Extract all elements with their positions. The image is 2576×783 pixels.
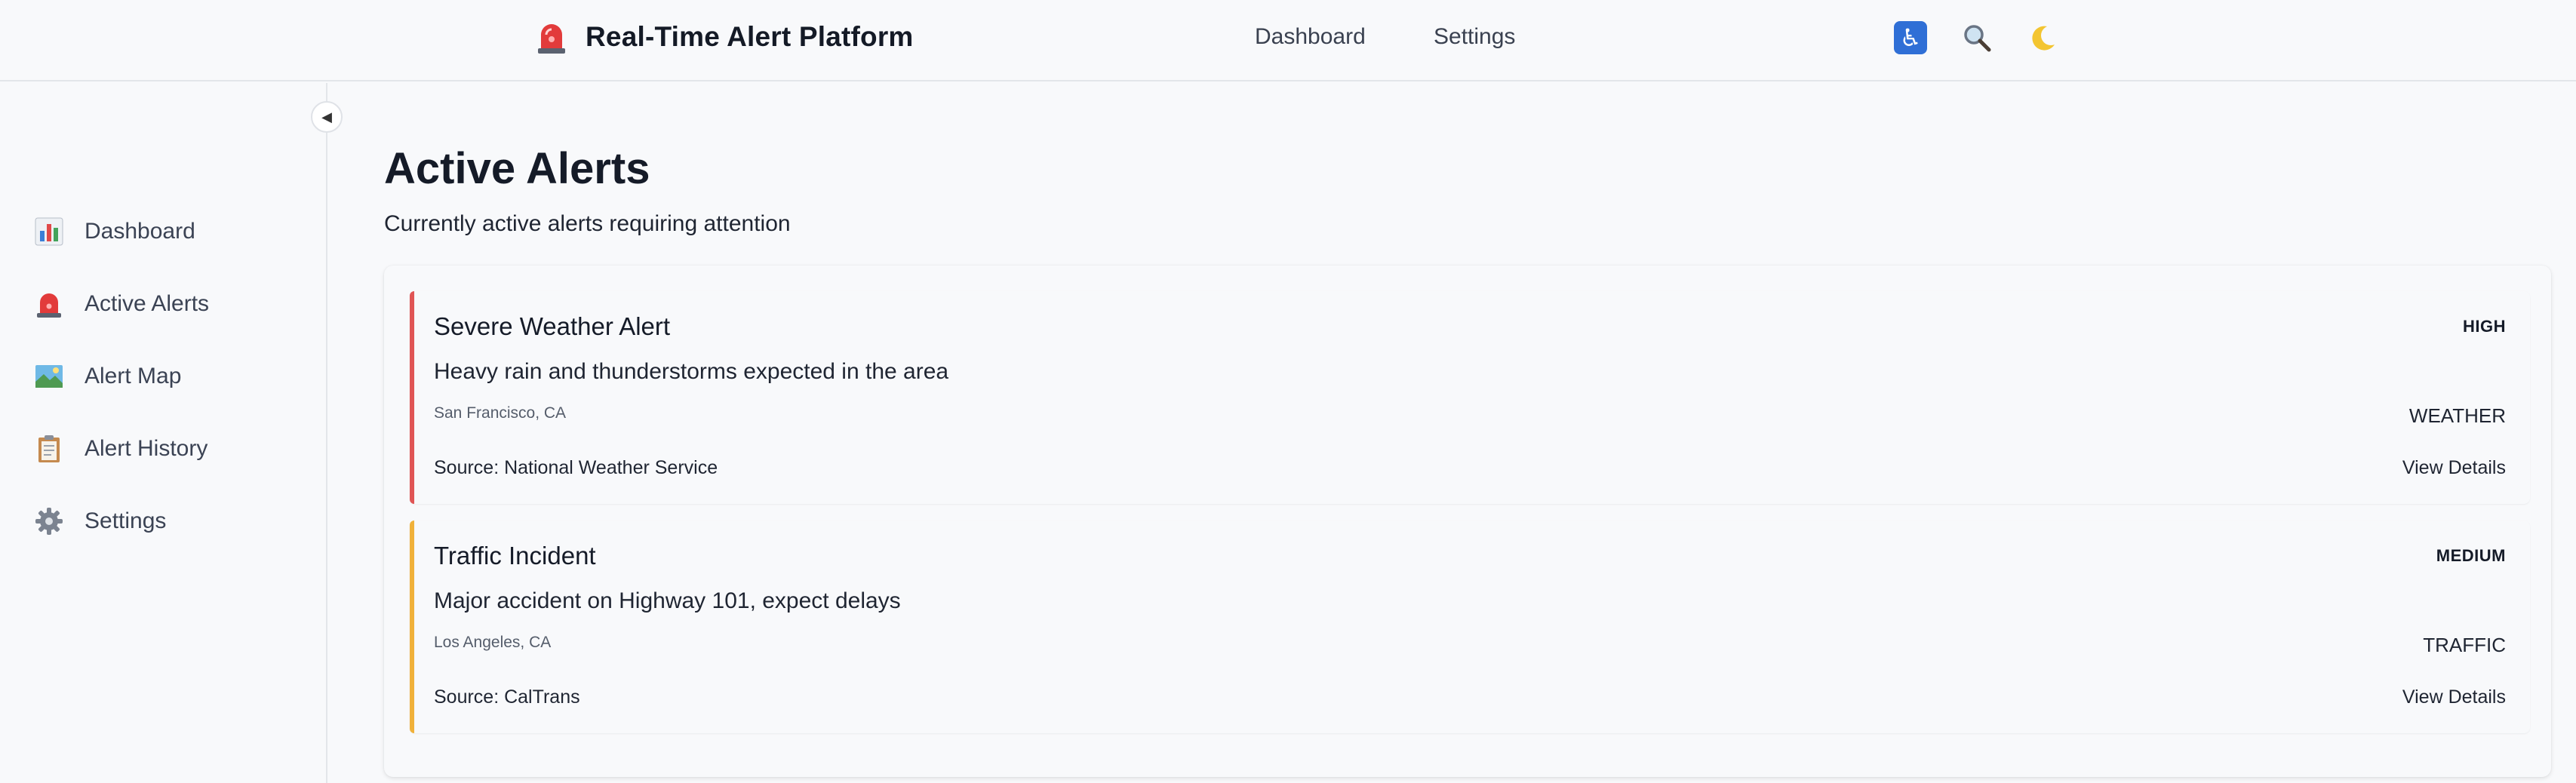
alert-location: San Francisco, CA [434,404,567,422]
alert-title: Severe Weather Alert [434,312,671,340]
severity-badge: HIGH [2463,317,2506,336]
alert-location: Los Angeles, CA [434,634,552,651]
map-icon [35,362,63,391]
search-button[interactable] [1960,21,1993,54]
sidebar-item-settings[interactable]: Settings [35,502,166,540]
accessibility-button[interactable]: ♿ [1894,21,1927,54]
sidebar-item-label: Alert Map [85,364,182,388]
alerts-panel: Severe Weather Alert Heavy rain and thun… [384,266,2551,777]
alert-description: Heavy rain and thunderstorms expected in… [434,359,949,384]
sidebar-item-label: Settings [85,508,167,533]
alert-source: Source: National Weather Service [434,457,718,478]
sidebar-item-label: Dashboard [85,219,195,244]
alert-card[interactable]: Traffic Incident Major accident on Highw… [410,520,2530,733]
moon-icon [2032,26,2055,51]
sidebar-item-dashboard[interactable]: Dashboard [35,213,195,250]
view-details-link[interactable]: View Details [2402,457,2506,479]
alert-description: Major accident on Highway 101, expect de… [434,588,901,613]
page-subtitle: Currently active alerts requiring attent… [384,211,791,236]
sidebar-item-alert-map[interactable]: Alert Map [35,358,181,395]
bar-chart-icon [35,217,63,246]
severity-badge: MEDIUM [2436,546,2506,565]
severity-bar [410,520,414,733]
siren-icon [536,20,567,54]
app-title: Real-Time Alert Platform [586,21,914,52]
category-label: WEATHER [2408,404,2506,427]
nav-settings[interactable]: Settings [1434,24,1515,50]
top-header: Real-Time Alert Platform Dashboard Setti… [0,0,2576,81]
clipboard-icon [35,434,63,463]
gear-icon [35,507,63,536]
sidebar-item-active-alerts[interactable]: Active Alerts [35,285,209,323]
alert-source: Source: CalTrans [434,686,580,708]
brand[interactable]: Real-Time Alert Platform [536,20,914,54]
alert-title: Traffic Incident [434,542,596,570]
severity-bar [410,291,414,504]
view-details-link[interactable]: View Details [2402,686,2506,708]
sidebar: Dashboard Active Alerts Alert Map Alert … [0,83,327,783]
page-title: Active Alerts [384,144,650,193]
sidebar-collapse-button[interactable]: ◀ [311,101,343,133]
sidebar-item-alert-history[interactable]: Alert History [35,430,207,468]
sidebar-item-label: Alert History [85,436,208,461]
alert-card[interactable]: Severe Weather Alert Heavy rain and thun… [410,291,2530,504]
search-icon [1964,25,1991,52]
siren-icon [35,290,63,318]
sidebar-item-label: Active Alerts [85,291,210,316]
chevron-left-icon: ◀ [321,109,332,125]
accessibility-icon: ♿ [1899,23,1922,52]
nav-dashboard[interactable]: Dashboard [1255,24,1366,50]
category-label: TRAFFIC [2423,634,2506,656]
theme-toggle-button[interactable] [2027,21,2060,54]
